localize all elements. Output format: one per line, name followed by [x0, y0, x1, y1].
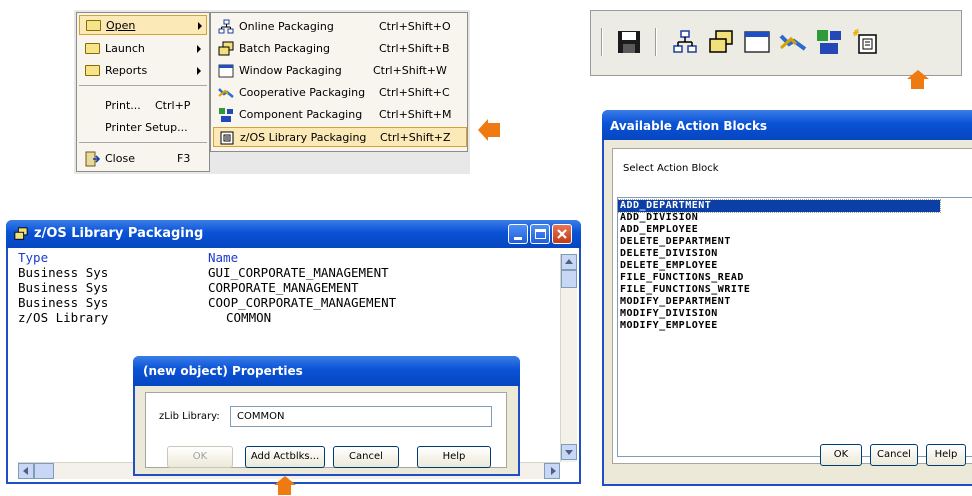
horizontal-scroll-thumb[interactable]: [34, 463, 54, 479]
zlib-library-label: zLib Library:: [159, 411, 220, 422]
batch-packaging-icon[interactable]: [707, 28, 735, 56]
list-item[interactable]: MODIFY_DIVISION: [618, 308, 972, 320]
scroll-down-button[interactable]: [561, 444, 577, 460]
available-action-blocks-dialog: Available Action Blocks Select Action Bl…: [602, 110, 972, 486]
select-action-block-label: Select Action Block: [623, 163, 719, 174]
list-item[interactable]: ADD_DIVISION: [618, 212, 972, 224]
orange-pointer-arrow-left: [478, 118, 502, 142]
list-item[interactable]: MODIFY_DEPARTMENT: [618, 296, 972, 308]
cooperative-packaging-icon: [218, 88, 234, 98]
list-header: Type Name: [18, 250, 548, 265]
scroll-right-button[interactable]: [544, 463, 560, 479]
batch-packaging-icon: [218, 41, 234, 56]
batch-packaging-icon: [14, 227, 28, 240]
file-menu: Open Launch Reports Print... Ctrl+P Prin…: [76, 12, 210, 172]
menu-item-open[interactable]: Open: [79, 15, 207, 35]
menu-item-reports[interactable]: Reports: [79, 61, 207, 81]
close-icon: [557, 229, 567, 239]
scroll-up-button[interactable]: [561, 254, 577, 270]
list-item[interactable]: MODIFY_EMPLOYEE: [618, 320, 972, 332]
list-item[interactable]: FILE_FUNCTIONS_WRITE: [618, 284, 972, 296]
cancel-button[interactable]: Cancel: [333, 446, 399, 468]
menu-item-batch-packaging[interactable]: Batch Packaging Ctrl+Shift+B: [213, 39, 465, 59]
dialog-titlebar[interactable]: (new object) Properties: [133, 356, 520, 386]
list-item[interactable]: DELETE_DEPARTMENT: [618, 236, 972, 248]
window-packaging-icon: [218, 64, 234, 78]
list-item[interactable]: Business Sys GUI_CORPORATE_MANAGEMENT: [18, 265, 548, 280]
maximize-button[interactable]: [530, 224, 550, 244]
list-item[interactable]: FILE_FUNCTIONS_READ: [618, 272, 972, 284]
ok-button[interactable]: OK: [820, 444, 862, 466]
minimize-button[interactable]: [508, 224, 528, 244]
close-button[interactable]: [552, 224, 572, 244]
component-packaging-icon: [219, 108, 233, 122]
menu-item-cooperative-packaging[interactable]: Cooperative Packaging Ctrl+Shift+C: [213, 83, 465, 103]
action-block-list[interactable]: ADD_DEPARTMENT ADD_DIVISION ADD_EMPLOYEE…: [617, 197, 972, 457]
menu-item-component-packaging[interactable]: Component Packaging Ctrl+Shift+M: [213, 105, 465, 125]
toolbar-grip: [601, 28, 602, 56]
chevron-right-icon: [197, 67, 201, 75]
menu-item-printer-setup[interactable]: Printer Setup...: [79, 118, 207, 138]
menu-separator: [79, 85, 207, 86]
chevron-right-icon: [198, 22, 202, 30]
column-header-type[interactable]: Type: [18, 250, 48, 265]
object-list: Type Name Business Sys GUI_CORPORATE_MAN…: [18, 250, 548, 325]
list-item[interactable]: z/OS Library COMMON: [18, 310, 548, 325]
zos-library-icon: [220, 131, 234, 145]
list-item[interactable]: Business Sys CORPORATE_MANAGEMENT: [18, 280, 548, 295]
menu-item-zos-library-packaging[interactable]: z/OS Library Packaging Ctrl+Shift+Z: [213, 127, 467, 147]
add-actblks-button[interactable]: Add Actblks...: [245, 446, 325, 468]
ok-button[interactable]: OK: [167, 446, 233, 468]
menu-item-window-packaging[interactable]: Window Packaging Ctrl+Shift+W: [213, 61, 465, 81]
list-item[interactable]: DELETE_EMPLOYEE: [618, 260, 972, 272]
dialog-title: (new object) Properties: [143, 364, 303, 378]
folder-icon: [86, 20, 101, 31]
action-blocks-panel: Select Action Block ADD_DEPARTMENT ADD_D…: [612, 148, 972, 464]
dialog-titlebar[interactable]: Available Action Blocks: [602, 110, 972, 140]
list-item[interactable]: ADD_DEPARTMENT: [617, 199, 941, 213]
zlib-library-field[interactable]: [230, 406, 492, 427]
save-icon[interactable]: [615, 28, 643, 56]
vertical-scrollbar[interactable]: [560, 254, 577, 462]
menu-item-launch[interactable]: Launch: [79, 39, 207, 59]
scroll-left-button[interactable]: [18, 463, 34, 479]
list-item[interactable]: ADD_EMPLOYEE: [618, 224, 972, 236]
window-packaging-icon[interactable]: [743, 28, 771, 56]
help-button[interactable]: Help: [926, 444, 966, 466]
online-packaging-icon: [218, 19, 234, 34]
window-titlebar[interactable]: z/OS Library Packaging: [6, 220, 581, 248]
menu-item-close[interactable]: Close F3: [79, 149, 207, 169]
menu-separator: [79, 142, 207, 143]
menu-item-print[interactable]: Print... Ctrl+P: [79, 96, 207, 116]
scroll-thumb[interactable]: [561, 270, 577, 288]
folder-icon: [85, 43, 100, 54]
properties-dialog: (new object) Properties zLib Library: OK…: [133, 356, 520, 476]
list-item[interactable]: Business Sys COOP_CORPORATE_MANAGEMENT: [18, 295, 548, 310]
toolbar-separator: [655, 28, 656, 56]
cooperative-packaging-icon[interactable]: [779, 28, 807, 56]
column-header-name[interactable]: Name: [208, 250, 238, 265]
menu-item-online-packaging[interactable]: Online Packaging Ctrl+Shift+O: [213, 17, 465, 37]
open-submenu: Online Packaging Ctrl+Shift+O Batch Pack…: [210, 12, 468, 152]
packaging-toolbar: [590, 10, 962, 76]
folder-icon: [85, 65, 100, 76]
online-packaging-icon[interactable]: [671, 28, 699, 56]
dialog-title: Available Action Blocks: [610, 119, 768, 133]
cancel-button[interactable]: Cancel: [870, 444, 918, 466]
window-title: z/OS Library Packaging: [34, 226, 204, 241]
list-item[interactable]: DELETE_DIVISION: [618, 248, 972, 260]
help-button[interactable]: Help: [417, 446, 491, 468]
component-packaging-icon[interactable]: [815, 28, 843, 56]
chevron-right-icon: [197, 45, 201, 53]
zos-library-icon[interactable]: [851, 28, 879, 56]
close-door-icon: [85, 151, 100, 167]
